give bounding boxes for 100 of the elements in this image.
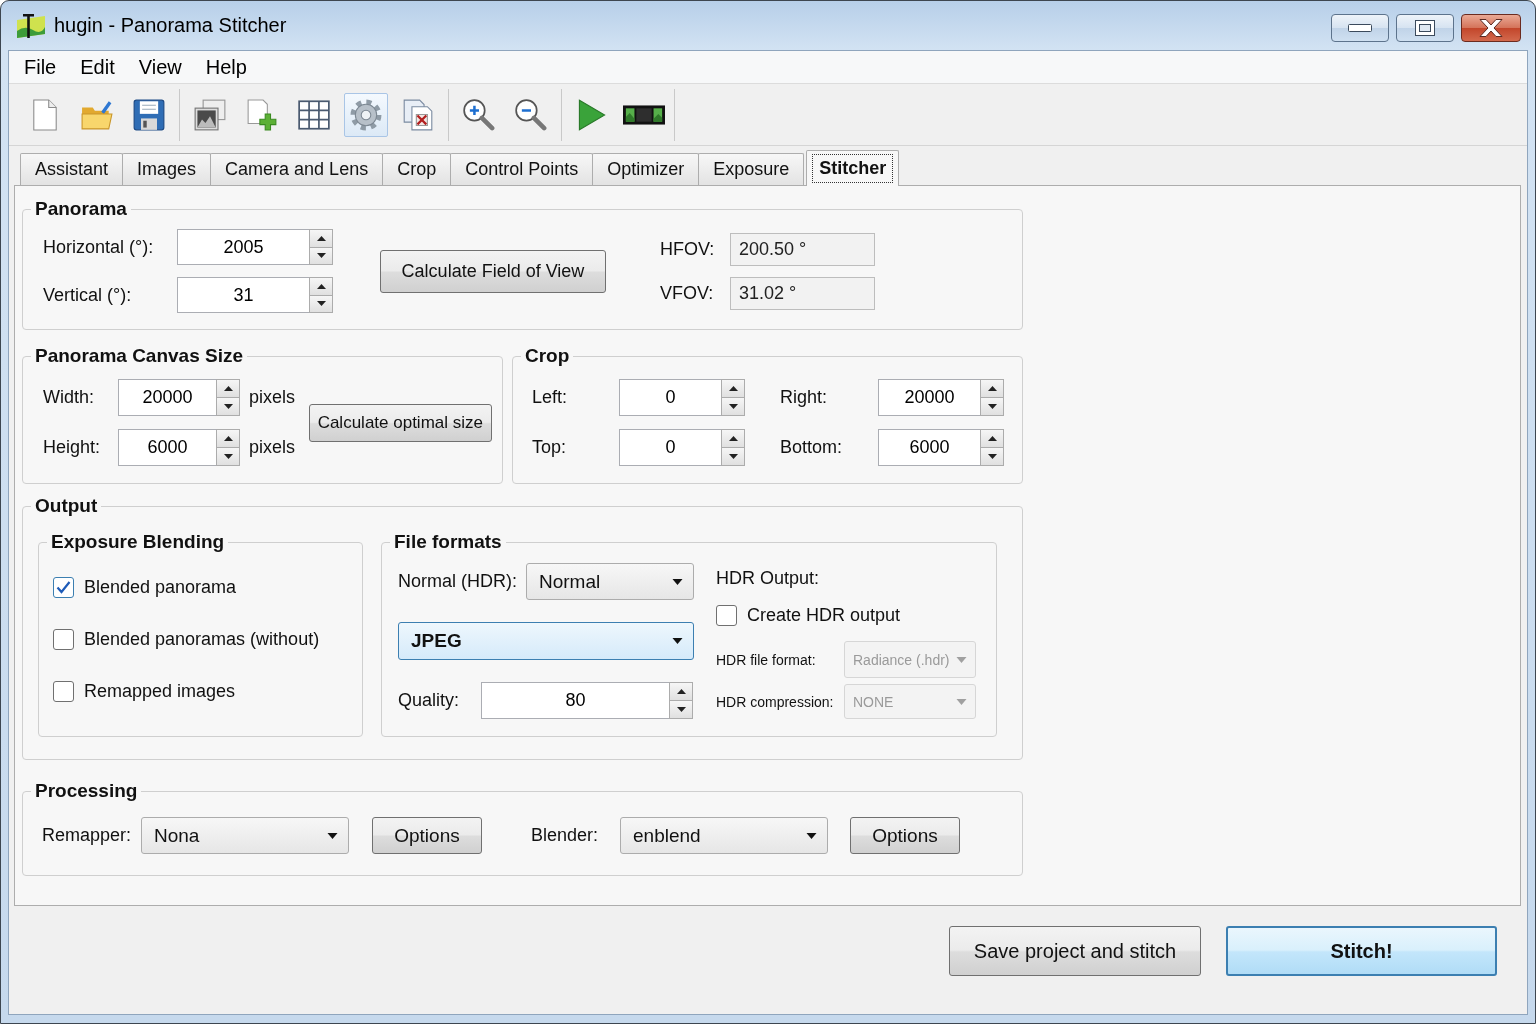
stitch-button[interactable]: Stitch! <box>1226 926 1497 976</box>
spin-up-button[interactable] <box>216 379 240 398</box>
number-field[interactable]: 6000 <box>118 429 216 466</box>
group-title: Processing <box>34 779 139 803</box>
spin-up-button[interactable] <box>721 429 745 448</box>
field-label: VFOV: <box>660 282 715 304</box>
spin-up-button[interactable] <box>216 429 240 448</box>
group-title: Panorama Canvas Size <box>34 344 245 368</box>
group-title: File formats <box>393 530 503 554</box>
tab[interactable]: Camera and Lens <box>210 153 384 185</box>
field-label: Left: <box>532 387 569 408</box>
spin-down-button[interactable] <box>980 448 1004 466</box>
spin-down-button[interactable] <box>980 398 1004 416</box>
field-label: Width: <box>43 387 95 408</box>
spin-up-button[interactable] <box>980 429 1004 448</box>
tab[interactable]: Assistant <box>20 153 124 185</box>
field-label: Blender: <box>531 825 600 846</box>
gear-icon <box>350 98 382 131</box>
caret-icon <box>327 832 338 839</box>
number-field[interactable]: 80 <box>481 682 669 719</box>
number-field[interactable]: 2005 <box>177 229 309 265</box>
maximize-icon <box>1415 19 1435 36</box>
down-arrow-icon <box>987 454 997 459</box>
unit-label: pixels <box>249 387 296 408</box>
spin-up-button[interactable] <box>309 229 333 248</box>
spin-down-button[interactable] <box>216 398 240 416</box>
checkbox[interactable] <box>53 628 74 650</box>
caret-icon <box>672 638 683 644</box>
field-label: Quality: <box>398 690 461 711</box>
section-label: HDR Output: <box>716 566 821 590</box>
checkbox[interactable] <box>53 576 74 598</box>
checkbox[interactable] <box>716 604 737 626</box>
spin-down-button[interactable] <box>669 701 693 719</box>
caret-icon <box>956 656 967 663</box>
spin-down-button[interactable] <box>721 398 745 416</box>
number-field[interactable]: 6000 <box>878 429 980 466</box>
number-field[interactable]: 20000 <box>118 379 216 416</box>
number-field[interactable]: 31 <box>177 277 309 313</box>
spin-down-button[interactable] <box>216 448 240 466</box>
options-button[interactable]: Options <box>372 817 482 854</box>
spin-up-button[interactable] <box>980 379 1004 398</box>
field-label: Normal (HDR): <box>398 571 518 592</box>
options-button[interactable]: Options <box>850 817 960 854</box>
field-label: Remapper: <box>42 825 133 846</box>
save-and-stitch-button[interactable]: Save project and stitch <box>949 926 1201 976</box>
spin-up-button[interactable] <box>309 277 333 296</box>
field-label: Bottom: <box>780 437 844 458</box>
number-field[interactable]: 0 <box>619 429 721 466</box>
dropdown[interactable]: Normal <box>526 563 694 600</box>
spin-up-button[interactable] <box>669 682 693 701</box>
readonly-field[interactable]: 31.02 ° <box>730 276 875 310</box>
tab[interactable]: Exposure <box>698 153 805 185</box>
unit-label: pixels <box>249 437 296 458</box>
minimize-button[interactable] <box>1331 13 1389 42</box>
field-label: HFOV: <box>660 238 716 260</box>
spin-up-button[interactable] <box>721 379 745 398</box>
down-arrow-icon <box>728 404 738 409</box>
maximize-button[interactable] <box>1396 13 1454 42</box>
up-arrow-icon <box>316 283 326 289</box>
up-arrow-icon <box>223 436 233 441</box>
window-title: hugin - Panorama Stitcher <box>54 14 287 37</box>
field-label: Vertical (°): <box>43 284 133 306</box>
down-arrow-icon <box>676 707 686 712</box>
tab[interactable]: Stitcher <box>806 150 900 186</box>
field-label: Right: <box>780 387 829 408</box>
checkbox-label: Create HDR output <box>747 604 901 626</box>
tab[interactable]: Images <box>122 153 212 185</box>
down-arrow-icon <box>223 404 233 409</box>
checkbox-label: Blended panoramas (without) <box>84 628 320 650</box>
spin-down-button[interactable] <box>721 448 745 466</box>
zoom-in-icon <box>463 98 495 131</box>
caret-icon <box>672 578 683 585</box>
grid-icon <box>298 98 330 131</box>
number-field[interactable]: 20000 <box>878 379 980 416</box>
zoom-out-icon <box>515 98 547 131</box>
field-label: HDR compression: <box>716 693 835 710</box>
tab[interactable]: Crop <box>382 153 452 185</box>
number-field[interactable]: 0 <box>619 379 721 416</box>
caret-icon <box>956 698 967 705</box>
dropdown[interactable]: Nona <box>141 817 349 854</box>
calculate-button[interactable]: Calculate Field of View <box>380 249 606 293</box>
tab[interactable]: Optimizer <box>592 153 700 185</box>
menu-item[interactable]: View <box>129 53 191 81</box>
readonly-field[interactable]: 200.50 ° <box>730 232 875 266</box>
up-arrow-icon <box>316 235 326 241</box>
menu-item[interactable]: Edit <box>71 53 124 81</box>
folder-icon <box>81 98 113 131</box>
calculate-button[interactable]: Calculate optimal size <box>308 403 492 442</box>
down-arrow-icon <box>223 454 233 459</box>
menu-item[interactable]: Help <box>196 53 256 81</box>
dropdown[interactable]: enblend <box>620 817 828 854</box>
field-label: Horizontal (°): <box>43 236 155 258</box>
dropdown[interactable]: JPEG <box>398 622 694 660</box>
up-arrow-icon <box>676 689 686 694</box>
tab[interactable]: Control Points <box>450 153 594 185</box>
checkbox[interactable] <box>53 680 74 702</box>
app-logo-icon <box>15 11 47 40</box>
close-button[interactable] <box>1461 13 1521 42</box>
menu-item[interactable]: File <box>15 53 66 81</box>
film-strip-icon <box>623 104 665 125</box>
